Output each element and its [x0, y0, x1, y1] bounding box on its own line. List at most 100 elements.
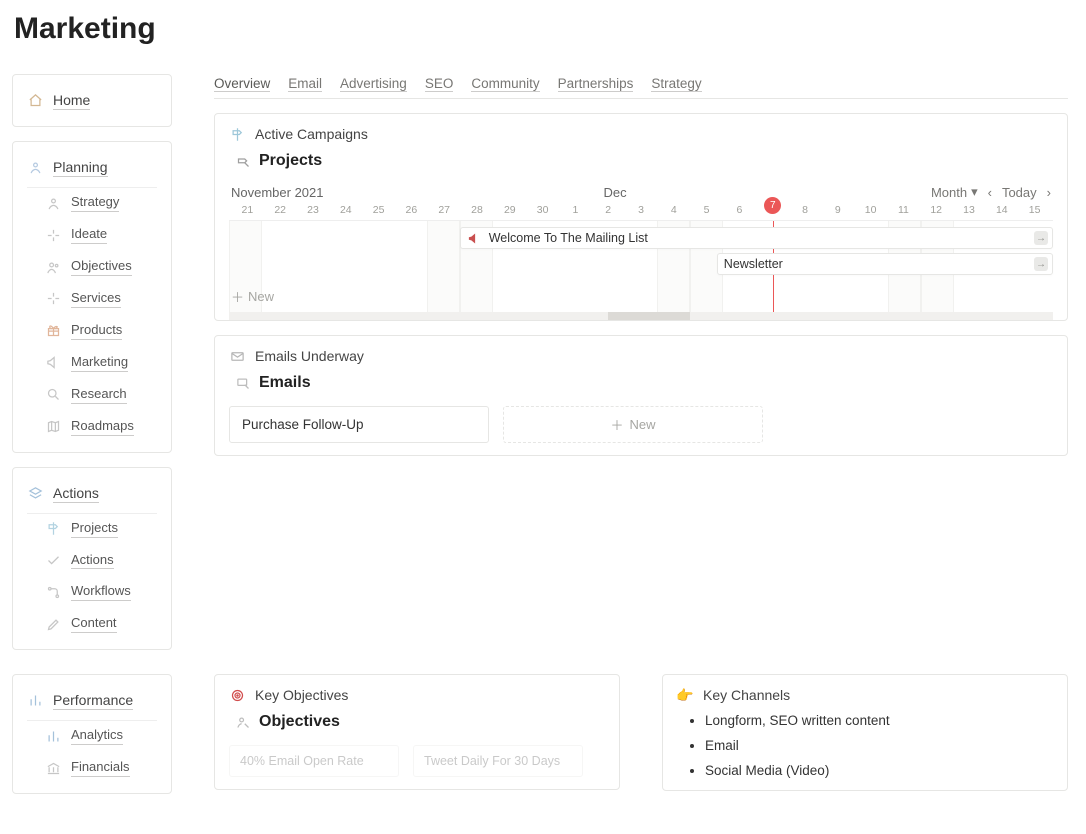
megaphone-red-icon — [467, 230, 483, 246]
planning-item-strategy[interactable]: Strategy — [45, 190, 157, 216]
planning-item-roadmaps[interactable]: Roadmaps — [45, 414, 157, 440]
arrow-right-icon: → — [1034, 257, 1048, 271]
chevron-left-icon: ‹ — [988, 185, 992, 200]
calendar-scrollbar[interactable] — [229, 312, 1053, 320]
calendar-granularity-select[interactable]: Month ▾ — [931, 184, 978, 200]
calendar-day-header: 30 — [526, 204, 559, 216]
calendar-add-new[interactable]: ＋ New — [231, 287, 274, 306]
flow-icon — [45, 584, 61, 600]
sidebar-sub-label: Actions — [71, 552, 114, 570]
tab-partnerships[interactable]: Partnerships — [558, 74, 634, 98]
calendar-day-header: 2 — [592, 204, 625, 216]
calendar-body[interactable]: 7 Welcome To The Mailing List → Newslett… — [229, 220, 1053, 312]
actions-item-actions[interactable]: Actions — [45, 548, 157, 574]
calendar-day-header: 28 — [461, 204, 494, 216]
sidebar-sub-label: Projects — [71, 520, 118, 538]
sparkle-icon — [45, 227, 61, 243]
bars-icon — [27, 693, 43, 709]
emails-heading: Emails — [259, 374, 311, 392]
calendar-day-header: 11 — [887, 204, 920, 216]
objectives-heading: Objectives — [259, 713, 340, 731]
channel-item: Social Media (Video) — [705, 763, 1053, 778]
calendar-day-column[interactable] — [361, 221, 394, 312]
calendar-event-welcome[interactable]: Welcome To The Mailing List → — [460, 227, 1053, 249]
calendar-prev-button[interactable]: ‹ — [988, 185, 992, 200]
actions-item-workflows[interactable]: Workflows — [45, 579, 157, 605]
calendar-day-header: 14 — [985, 204, 1018, 216]
section-title: Emails Underway — [255, 348, 364, 364]
tab-label: Strategy — [651, 76, 701, 92]
planning-item-services[interactable]: Services — [45, 286, 157, 312]
bank-icon — [45, 760, 61, 776]
objective-item[interactable]: 40% Email Open Rate — [229, 745, 399, 777]
sidebar-label: Actions — [53, 484, 99, 503]
tabs-bar: Overview Email Advertising SEO Community Part… — [214, 74, 1068, 99]
sidebar-label: Home — [53, 91, 90, 110]
calendar-day-header: 1 — [559, 204, 592, 216]
planning-item-objectives[interactable]: Objectives — [45, 254, 157, 280]
channel-item: Email — [705, 738, 1053, 753]
sidebar-heading-performance[interactable]: Performance — [27, 687, 157, 714]
tab-label: SEO — [425, 76, 454, 92]
calendar-day-header: 6 — [723, 204, 756, 216]
objective-item[interactable]: Tweet Daily For 30 Days — [413, 745, 583, 777]
tab-label: Partnerships — [558, 76, 634, 92]
calendar-day-column[interactable] — [394, 221, 427, 312]
sidebar-group-home: Home — [12, 74, 172, 127]
tab-community[interactable]: Community — [471, 74, 539, 98]
sidebar-sub-label: Strategy — [71, 194, 119, 212]
actions-item-content[interactable]: Content — [45, 611, 157, 637]
performance-item-analytics[interactable]: Analytics — [45, 723, 157, 749]
event-label: Welcome To The Mailing List — [489, 231, 648, 245]
sidebar-heading-actions[interactable]: Actions — [27, 480, 157, 507]
sidebar-item-home[interactable]: Home — [27, 87, 157, 114]
planning-item-marketing[interactable]: Marketing — [45, 350, 157, 376]
tab-email[interactable]: Email — [288, 74, 322, 98]
calendar-day-header: 8 — [789, 204, 822, 216]
projects-heading: Projects — [259, 152, 322, 170]
section-title: Active Campaigns — [255, 126, 368, 142]
section-title: Key Objectives — [255, 687, 348, 703]
performance-item-financials[interactable]: Financials — [45, 755, 157, 781]
email-item[interactable]: Purchase Follow-Up — [229, 406, 489, 443]
planning-item-research[interactable]: Research — [45, 382, 157, 408]
sidebar-heading-planning[interactable]: Planning — [27, 154, 157, 181]
tab-seo[interactable]: SEO — [425, 74, 454, 98]
calendar-day-header: 3 — [625, 204, 658, 216]
people-icon — [45, 259, 61, 275]
section-title: Key Channels — [703, 687, 790, 703]
calendar-event-newsletter[interactable]: Newsletter → — [717, 253, 1053, 275]
calendar-day-column[interactable] — [427, 221, 460, 312]
tab-advertising[interactable]: Advertising — [340, 74, 407, 98]
active-campaigns-card: Active Campaigns Projects November 2021 … — [214, 113, 1068, 321]
gift-icon — [45, 323, 61, 339]
actions-item-projects[interactable]: Projects — [45, 516, 157, 542]
calendar-next-button[interactable]: › — [1047, 185, 1051, 200]
calendar-day-column[interactable] — [328, 221, 361, 312]
tab-label: Email — [288, 76, 322, 92]
person-icon — [45, 195, 61, 211]
tab-label: Overview — [214, 76, 270, 92]
signpost-icon — [45, 521, 61, 537]
planning-item-products[interactable]: Products — [45, 318, 157, 344]
planning-item-ideate[interactable]: Ideate — [45, 222, 157, 248]
email-add-new[interactable]: ＋ New — [503, 406, 763, 443]
tab-label: Advertising — [340, 76, 407, 92]
page-title: Marketing — [14, 12, 1068, 46]
calendar-today-button[interactable]: Today — [1002, 185, 1037, 200]
sidebar-group-actions: Actions Projects Actions Workflows Content — [12, 467, 172, 651]
calendar-day-column[interactable] — [295, 221, 328, 312]
calendar-day-header: 21 — [231, 204, 264, 216]
sidebar-sub-label: Services — [71, 290, 121, 308]
sidebar-sub-label: Financials — [71, 759, 130, 777]
calendar-day-header: 10 — [854, 204, 887, 216]
envelope-arrow-icon — [235, 375, 251, 391]
calendar-day-header: 4 — [657, 204, 690, 216]
sidebar-label: Planning — [53, 158, 108, 177]
calendar-day-header: 15 — [1018, 204, 1051, 216]
tab-overview[interactable]: Overview — [214, 74, 270, 98]
calendar-day-header: 25 — [362, 204, 395, 216]
signpost-arrow-icon — [235, 153, 251, 169]
tab-strategy[interactable]: Strategy — [651, 74, 701, 98]
event-label: Newsletter — [724, 257, 783, 271]
